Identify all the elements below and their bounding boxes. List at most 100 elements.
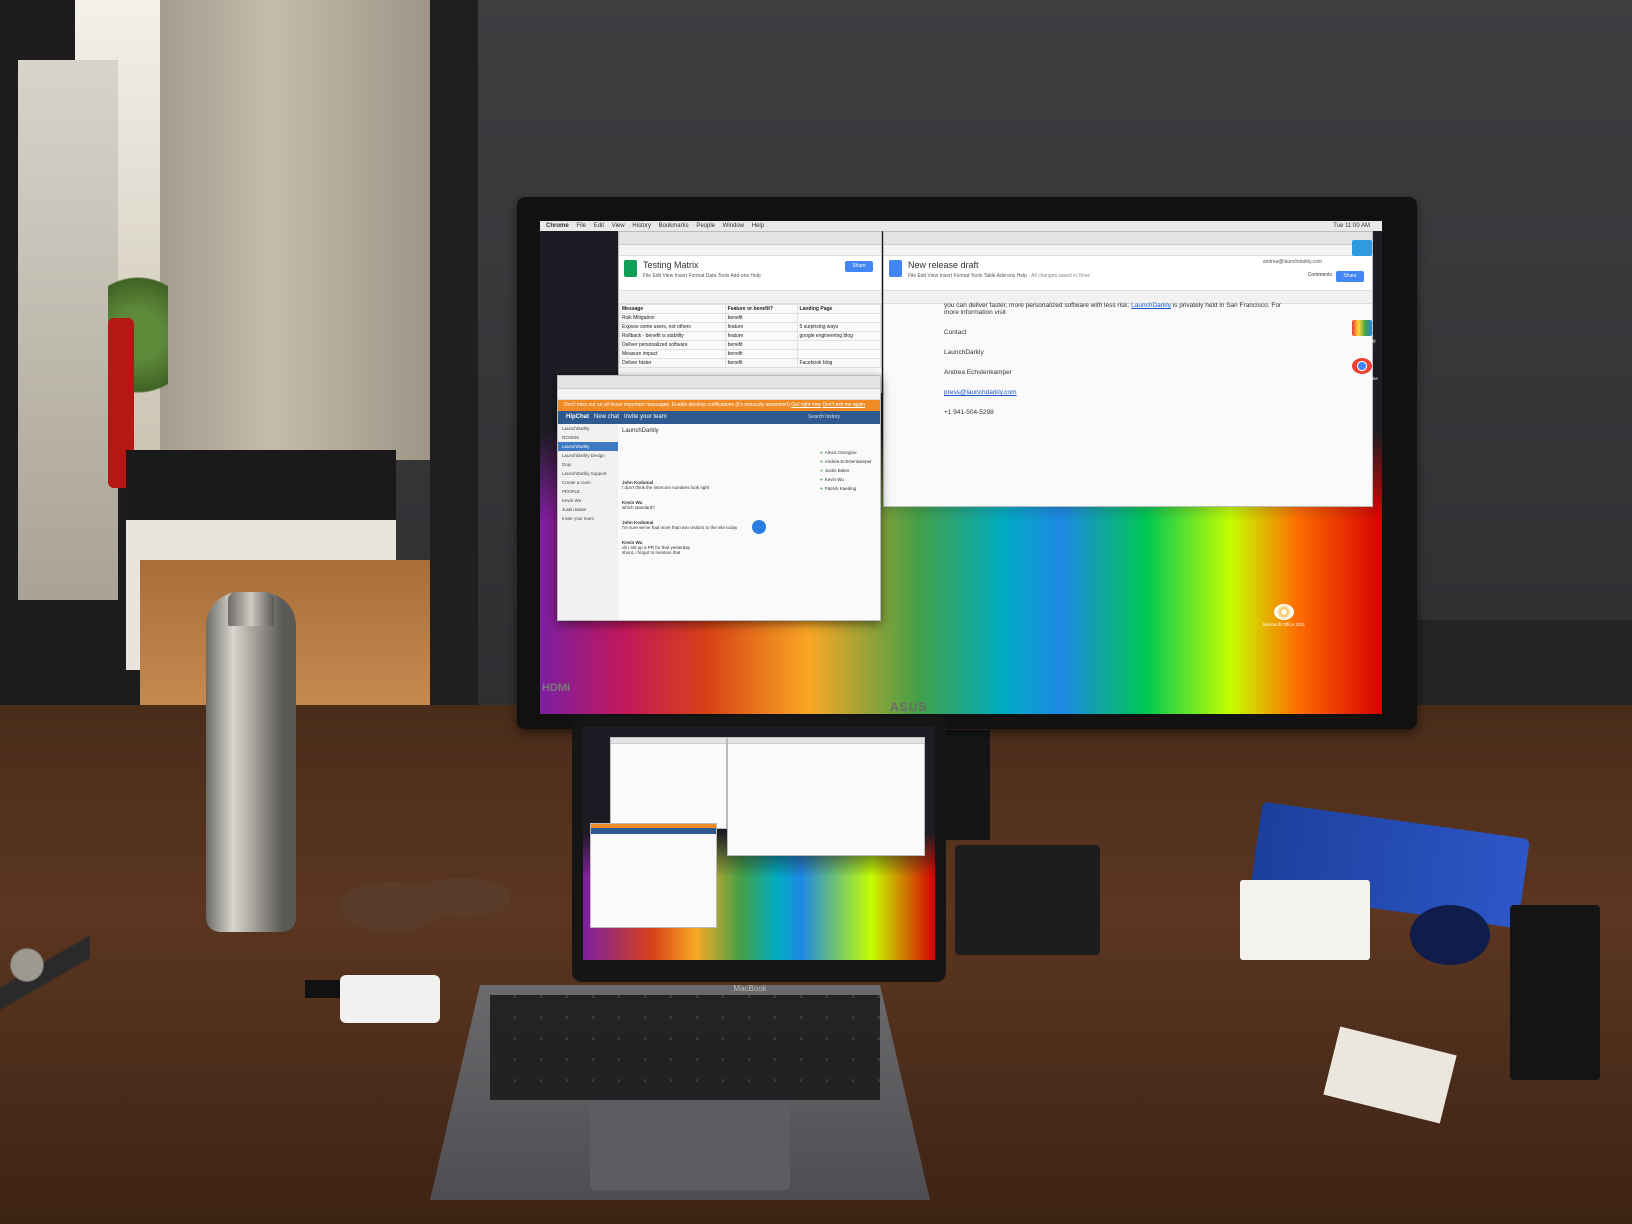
message-text: I'm sure we've had more than two visitor… <box>622 525 738 530</box>
chat-main: LaunchDarkly John Kodumal I don't think … <box>622 428 812 565</box>
menu-item[interactable]: Window <box>723 223 744 229</box>
menu-item[interactable]: Bookmarks <box>659 223 689 229</box>
sidebar-item[interactable]: Justin Baker <box>558 505 618 514</box>
charger <box>1510 905 1600 1080</box>
cell[interactable]: Rollback - benefit is stability <box>619 331 726 341</box>
share-button[interactable]: Share <box>845 261 873 272</box>
share-button[interactable]: Share <box>1336 271 1364 282</box>
person-item[interactable]: Justin Baker <box>820 466 876 475</box>
desktop-icon-rainbow[interactable]: rainbow-3.jpg <box>1340 320 1384 343</box>
contact-company: LaunchDarkly <box>944 349 984 356</box>
sidebar-item[interactable]: Invite your team <box>558 514 618 523</box>
menu-item[interactable]: View <box>612 223 625 229</box>
hdmi-cable-plug <box>305 980 345 998</box>
cell[interactable]: feature <box>724 322 798 332</box>
laptop-brand-label: MacBook <box>733 984 767 993</box>
cell[interactable]: Deliver faster <box>619 358 726 368</box>
cell[interactable] <box>796 349 881 359</box>
room-title: LaunchDarkly <box>622 428 659 434</box>
desktop-icon-chrome[interactable]: Google Chrome <box>1340 358 1384 381</box>
new-chat-button[interactable]: New chat <box>594 414 619 420</box>
docs-icon <box>889 260 902 277</box>
cell[interactable] <box>796 340 881 350</box>
menu-item[interactable]: People <box>696 223 715 229</box>
cell[interactable]: Expose some users, not others <box>619 322 726 332</box>
water-bottle <box>206 592 296 932</box>
sidebar-item[interactable]: LaunchDarkly <box>558 442 618 451</box>
search-input[interactable]: Search history <box>808 411 840 424</box>
table-row: Risk Mitigation benefit <box>619 313 881 323</box>
sidebar-heading: ROOMS <box>562 435 580 440</box>
body-paragraph: you can deliver faster, more personalize… <box>944 302 1284 316</box>
account-email[interactable]: andrea@launchdarkly.com <box>1263 259 1322 265</box>
bottle-cap <box>228 592 274 626</box>
chat-message: Kevin Wu oh i set up a PR for that yeste… <box>622 540 812 555</box>
contact-email[interactable]: press@launchdarkly.com <box>944 389 1284 396</box>
person-item[interactable]: Patrick Kaeding <box>820 484 876 493</box>
menu-item[interactable]: Chrome <box>546 223 569 229</box>
docs-menu[interactable]: File Edit View Insert Format Tools Table… <box>908 273 1090 279</box>
cell[interactable]: benefit <box>724 349 798 359</box>
hipchat-sidebar: LaunchDarkly ROOMS LaunchDarkly LaunchDa… <box>558 424 618 620</box>
url-bar[interactable] <box>558 389 880 400</box>
body-link[interactable]: LaunchDarkly <box>1131 302 1171 309</box>
docs-menu-items[interactable]: File Edit View Insert Format Tools Table… <box>908 273 1027 279</box>
sidebar-item[interactable]: LaunchDarkly Support <box>558 469 618 478</box>
hdmi-label: HDMI <box>542 682 571 694</box>
sidebar-item[interactable]: LaunchDarkly Design <box>558 451 618 460</box>
laptop-trackpad <box>590 1100 790 1190</box>
title-bar <box>728 738 924 744</box>
cell[interactable]: Facebook blog <box>796 358 881 368</box>
logo-sticker <box>1410 905 1490 965</box>
cell[interactable] <box>796 313 881 323</box>
sidebar-item[interactable]: LaunchDarkly <box>558 424 618 433</box>
sidebar-item[interactable]: Kevin Wu <box>558 496 618 505</box>
invite-team-button[interactable]: Invite your team <box>624 414 667 420</box>
contact-heading: Contact <box>944 329 967 336</box>
enable-notifications-link[interactable]: Get right now <box>791 402 821 408</box>
url-bar[interactable] <box>619 245 881 256</box>
person-item[interactable]: Alexis Georgiou <box>820 448 876 457</box>
cell[interactable]: google engineering blog <box>796 331 881 341</box>
person-item[interactable]: Andrea Echstenkamper <box>820 457 876 466</box>
laptop-sheets-window <box>610 737 727 829</box>
url-bar[interactable] <box>884 245 1372 256</box>
cell[interactable]: Measure impact <box>619 349 726 359</box>
cell[interactable]: benefit <box>724 358 798 368</box>
chat-message: John Kodumal I don't think the intercom … <box>622 480 812 490</box>
cell[interactable]: 5 surprising ways <box>796 322 881 332</box>
menu-item[interactable]: History <box>632 223 651 229</box>
doc-title[interactable]: New release draft <box>908 260 979 270</box>
sidebar-item[interactable]: Dojo <box>558 460 618 469</box>
column-header[interactable]: Feature or benefit? <box>724 304 798 314</box>
comments-button[interactable]: Comments <box>1308 272 1332 278</box>
column-header[interactable]: Message <box>619 304 726 314</box>
table-row: Expose some users, not others feature 5 … <box>619 322 881 332</box>
sheet-title[interactable]: Testing Matrix <box>643 260 699 270</box>
cell[interactable]: benefit <box>724 340 798 350</box>
sidebar-item[interactable]: Create a room <box>558 478 618 487</box>
chat-message: Kevin Wu which standard? <box>622 500 812 510</box>
person-item[interactable]: Kevin Wu <box>820 475 876 484</box>
image-icon <box>1352 320 1372 336</box>
cell[interactable]: benefit <box>724 313 798 323</box>
menu-item[interactable]: Edit <box>594 223 604 229</box>
dismiss-link[interactable]: Don't ask me again <box>822 402 865 408</box>
hipchat-window: Don't miss out on all those important me… <box>557 375 881 621</box>
sheets-header: Testing Matrix File Edit View Insert For… <box>619 256 881 291</box>
cell[interactable]: Risk Mitigation <box>619 313 726 323</box>
message-text: which standard? <box>622 505 655 510</box>
asus-logo: ASUS <box>890 700 928 714</box>
hipchat-logo[interactable]: HipChat <box>566 414 589 420</box>
cell[interactable]: Deliver personalized software <box>619 340 726 350</box>
menu-item[interactable]: File <box>576 223 586 229</box>
laptop-keyboard <box>490 995 880 1100</box>
window-bench <box>126 450 396 520</box>
cell[interactable]: feature <box>724 331 798 341</box>
column-header[interactable]: Landing Page <box>796 304 881 314</box>
menu-item[interactable]: Help <box>752 223 764 229</box>
desktop-icon-office[interactable]: Microsoft Office 2011 <box>1262 604 1306 627</box>
sheets-menu[interactable]: File Edit View Insert Format Data Tools … <box>643 273 761 279</box>
usb-c-adapter <box>340 975 440 1023</box>
desktop-icon-ld-pics[interactable]: LD pics <box>1340 240 1384 263</box>
